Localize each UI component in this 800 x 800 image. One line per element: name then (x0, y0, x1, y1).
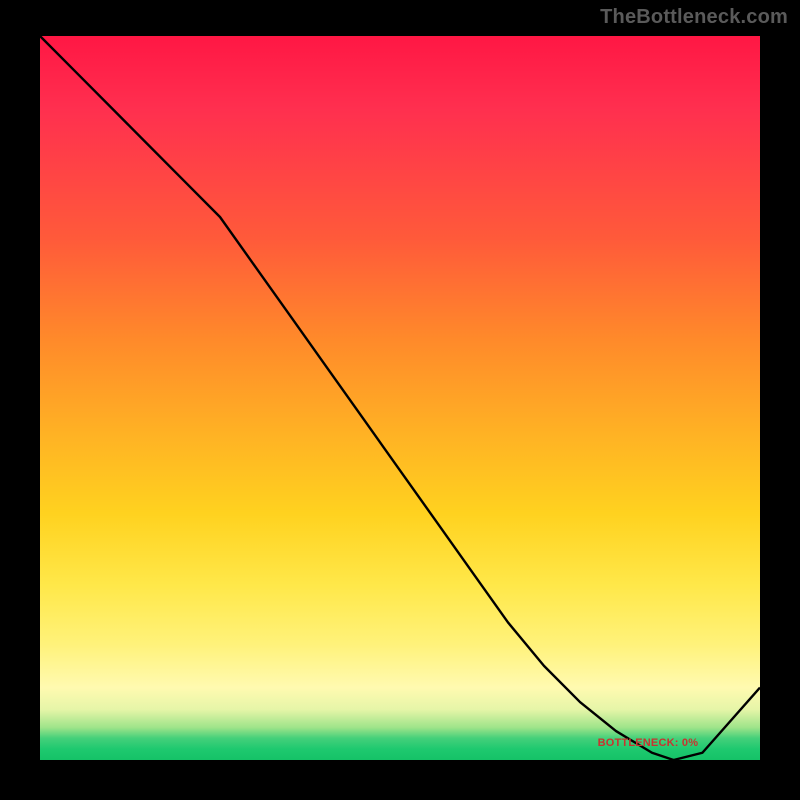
plot-area: BOTTLENECK: 0% (40, 36, 760, 760)
bottleneck-zero-label: BOTTLENECK: 0% (598, 737, 699, 749)
chart-frame: TheBottleneck.com BOTTLENECK: 0% (0, 0, 800, 800)
bottleneck-curve (40, 36, 760, 760)
attribution-text: TheBottleneck.com (600, 6, 788, 29)
